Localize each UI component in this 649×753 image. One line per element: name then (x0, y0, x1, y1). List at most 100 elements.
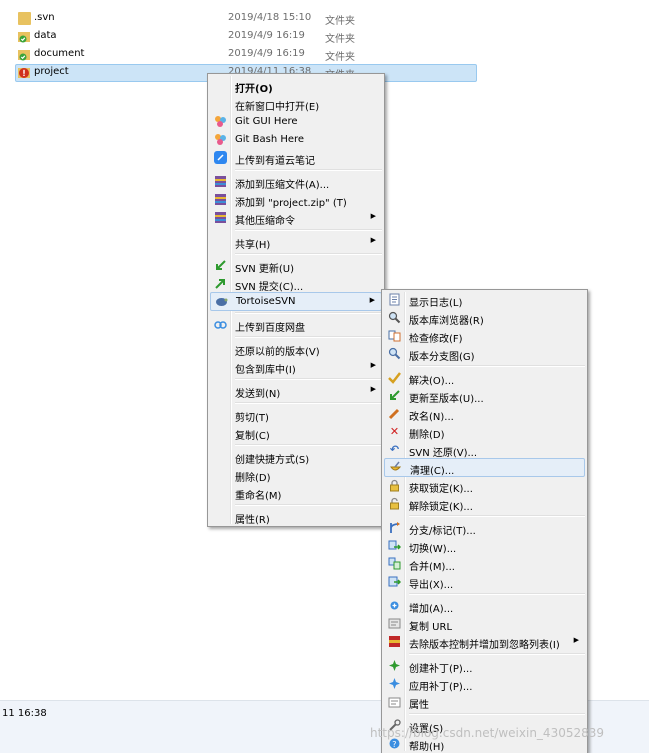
menu-label: 剪切(T) (235, 413, 269, 424)
menu-label: SVN 更新(U) (235, 264, 294, 275)
status-text: 11 16:38 (2, 708, 47, 719)
ignore-icon (388, 635, 401, 648)
properties-icon (388, 695, 401, 708)
submenu-arrow-icon: ▶ (370, 212, 376, 220)
svn-item-repo-browser[interactable]: 版本库浏览器(R) (384, 309, 585, 327)
tortoisesvn-submenu: 显示日志(L) 版本库浏览器(R) 检查修改(F) 版本分支图(G) 解决(O)… (381, 289, 588, 753)
menu-item-delete[interactable]: 删除(D) (210, 466, 382, 484)
file-name: .svn (34, 12, 55, 23)
menu-item-baidu-upload[interactable]: 上传到百度网盘 (210, 316, 382, 334)
menu-label: 切换(W)... (409, 544, 457, 555)
menu-item-send-to[interactable]: 发送到(N) ▶ (210, 382, 382, 400)
menu-item-open-new-window[interactable]: 在新窗口中打开(E) (210, 95, 382, 113)
menu-item-include-library[interactable]: 包含到库中(I) ▶ (210, 358, 382, 376)
menu-label: 包含到库中(I) (235, 365, 296, 376)
copy-url-icon (388, 617, 401, 630)
menu-label: 上传到有道云笔记 (235, 156, 315, 167)
svn-item-copy-url[interactable]: 复制 URL (384, 615, 585, 633)
svn-item-properties[interactable]: 属性 (384, 693, 585, 711)
svn-item-show-log[interactable]: 显示日志(L) (384, 291, 585, 309)
menu-label: 更新至版本(U)... (409, 394, 484, 405)
menu-label: 删除(D) (409, 430, 445, 441)
menu-label: 版本分支图(G) (409, 352, 475, 363)
menu-label: 上传到百度网盘 (235, 323, 305, 334)
apply-patch-icon (388, 677, 401, 690)
svn-folder-ok-icon (18, 48, 31, 61)
svn-item-switch[interactable]: 切换(W)... (384, 537, 585, 555)
svn-commit-icon (214, 277, 227, 290)
menu-item-git-bash[interactable]: Git Bash Here (210, 131, 382, 148)
svn-item-branch-tag[interactable]: 分支/标记(T)... (384, 519, 585, 537)
menu-label: 复制(C) (235, 431, 270, 442)
menu-label: 帮助(H) (409, 742, 445, 753)
menu-label: SVN 还原(V)... (409, 448, 478, 459)
switch-icon (388, 539, 402, 552)
svn-item-export[interactable]: 导出(X)... (384, 573, 585, 591)
menu-label: 应用补丁(P)... (409, 682, 473, 693)
menu-label: 改名(N)... (409, 412, 454, 423)
menu-label: 删除(D) (235, 473, 271, 484)
menu-item-properties[interactable]: 属性(R) (210, 508, 382, 526)
file-type: 文件夹 (325, 52, 355, 63)
menu-item-create-shortcut[interactable]: 创建快捷方式(S) (210, 448, 382, 466)
submenu-arrow-icon: ▶ (370, 361, 376, 369)
file-row-svn[interactable]: .svn 2019/4/18 15:10 文件夹 (0, 10, 649, 28)
unlock-icon (388, 497, 401, 510)
svn-item-resolve[interactable]: 解决(O)... (384, 369, 585, 387)
menu-label: 清理(C)... (410, 466, 455, 477)
svn-folder-modified-icon (18, 66, 31, 79)
file-type: 文件夹 (325, 16, 355, 27)
menu-item-cut[interactable]: 剪切(T) (210, 406, 382, 424)
menu-label: 属性 (409, 700, 429, 711)
file-row-document[interactable]: document 2019/4/9 16:19 文件夹 (0, 46, 649, 64)
menu-label: 解除锁定(K)... (409, 502, 473, 513)
menu-item-restore-previous[interactable]: 还原以前的版本(V) (210, 340, 382, 358)
svn-item-cleanup[interactable]: 清理(C)... (384, 458, 585, 477)
menu-item-youdao[interactable]: 上传到有道云笔记 (210, 149, 382, 167)
svn-item-delete[interactable]: ✕ 删除(D) (384, 423, 585, 441)
menu-item-copy[interactable]: 复制(C) (210, 424, 382, 442)
menu-label: 增加(A)... (409, 604, 454, 615)
menu-item-git-gui[interactable]: Git GUI Here (210, 113, 382, 130)
menu-label: 检查修改(F) (409, 334, 463, 345)
menu-item-svn-commit[interactable]: SVN 提交(C)... (210, 275, 382, 293)
svn-item-add[interactable]: 增加(A)... (384, 597, 585, 615)
menu-item-other-compress[interactable]: 其他压缩命令 ▶ (210, 209, 382, 227)
svn-item-unversion-ignore[interactable]: 去除版本控制并增加到忽略列表(I) ▶ (384, 633, 585, 651)
folder-icon (18, 12, 31, 25)
merge-icon (388, 557, 401, 570)
menu-label: 版本库浏览器(R) (409, 316, 484, 327)
winrar-icon (214, 211, 227, 224)
menu-item-add-zip[interactable]: 添加到 "project.zip" (T) (210, 191, 382, 209)
menu-item-share[interactable]: 共享(H) ▶ (210, 233, 382, 251)
svn-item-release-lock[interactable]: 解除锁定(K)... (384, 495, 585, 513)
svn-item-get-lock[interactable]: 获取锁定(K)... (384, 477, 585, 495)
menu-item-rename[interactable]: 重命名(M) (210, 484, 382, 502)
menu-label: 打开(O) (235, 84, 273, 95)
menu-label: 在新窗口中打开(E) (235, 102, 320, 113)
menu-label: 其他压缩命令 (235, 216, 295, 227)
menu-item-tortoisesvn[interactable]: TortoiseSVN ▶ (210, 292, 382, 311)
svn-item-apply-patch[interactable]: 应用补丁(P)... (384, 675, 585, 693)
menu-label: 去除版本控制并增加到忽略列表(I) (409, 640, 560, 651)
branch-icon (388, 521, 401, 534)
file-row-data[interactable]: data 2019/4/9 16:19 文件夹 (0, 28, 649, 46)
revision-graph-icon (388, 347, 401, 360)
file-date: 2019/4/18 15:10 (228, 12, 312, 23)
submenu-arrow-icon: ▶ (573, 636, 579, 644)
menu-item-open[interactable]: 打开(O) (210, 77, 382, 95)
svn-item-revert[interactable]: ↶ SVN 还原(V)... (384, 441, 585, 459)
menu-label: 重命名(M) (235, 491, 282, 502)
magnifier-icon (388, 311, 401, 324)
menu-item-add-archive[interactable]: 添加到压缩文件(A)... (210, 173, 382, 191)
svn-item-merge[interactable]: 合并(M)... (384, 555, 585, 573)
svn-item-update-to-revision[interactable]: 更新至版本(U)... (384, 387, 585, 405)
file-name: project (34, 66, 69, 77)
svn-item-check-modifications[interactable]: 检查修改(F) (384, 327, 585, 345)
svn-item-revision-graph[interactable]: 版本分支图(G) (384, 345, 585, 363)
svn-item-rename[interactable]: 改名(N)... (384, 405, 585, 423)
log-icon (388, 293, 401, 306)
svn-item-create-patch[interactable]: 创建补丁(P)... (384, 657, 585, 675)
menu-label: Git GUI Here (235, 116, 298, 127)
menu-item-svn-update[interactable]: SVN 更新(U) (210, 257, 382, 275)
